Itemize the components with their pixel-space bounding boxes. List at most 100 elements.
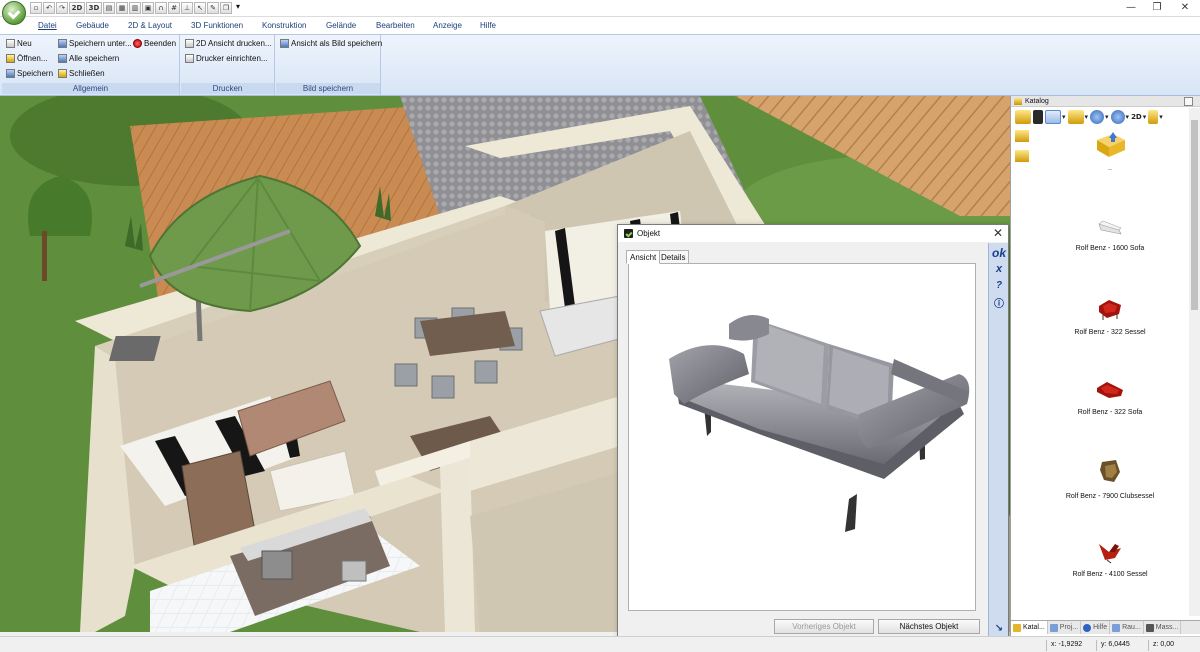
tab-katalog[interactable]: Katal...	[1011, 621, 1048, 634]
new-button[interactable]: Neu	[6, 39, 32, 48]
group-drucken: 2D Ansicht drucken... Drucker einrichten…	[181, 35, 275, 95]
title-bar: ▫ ↶ ↷ 2D 3D ▤ ▦ ▥ ▣ ∩ # ⊥ ↖ ✎ ❐ ▾ — ❐ ✕	[0, 0, 1200, 25]
save-icon	[6, 69, 15, 78]
catalog-side-icons	[1015, 130, 1031, 170]
catalog-check-icon[interactable]	[1015, 150, 1029, 162]
cancel-button[interactable]: x	[989, 263, 1009, 275]
new-icon[interactable]: ▫	[30, 2, 42, 14]
resize-icon[interactable]: ↘	[989, 623, 1009, 634]
group-allgemein: Neu Öffnen... Speichern Speichern unter.…	[2, 35, 180, 95]
catalog-toolbar: ▾ ▾ ▾ ▾ 2D ▾ ▾	[1011, 108, 1191, 126]
save-as-icon	[58, 39, 67, 48]
globe-button[interactable]: ▾	[1090, 110, 1109, 124]
tab-raeume[interactable]: Rau...	[1110, 621, 1144, 634]
ok-button[interactable]: ok	[989, 246, 1009, 260]
tab-2d-layout[interactable]: 2D & Layout	[128, 21, 172, 30]
minimize-button[interactable]: —	[1118, 1, 1144, 15]
save-button[interactable]: Speichern	[6, 69, 53, 78]
undo-icon[interactable]: ↶	[43, 2, 55, 14]
folder-open-icon	[1045, 110, 1061, 124]
filter-icon	[1148, 110, 1159, 124]
view-2d-catalog-button[interactable]: 2D ▾	[1131, 110, 1146, 124]
kitchen-hood	[261, 550, 293, 580]
tab-ansicht[interactable]: Ansicht	[626, 250, 661, 264]
catalog-item-322-sessel[interactable]: Rolf Benz - 322 Sessel	[1035, 296, 1185, 337]
catalog-tab-icon	[1013, 623, 1021, 632]
catalog-panel: Katalog ▾ ▾ ▾ ▾ 2D ▾ ▾ .. Rolf Benz - 16…	[1010, 96, 1200, 636]
catalog-list: .. Rolf Benz - 1600 Sofa Rolf Benz - 322…	[1035, 128, 1185, 618]
info-icon[interactable]: ⓘ	[989, 295, 1009, 310]
measure-tab-icon	[1145, 623, 1154, 632]
catalog-item-parent[interactable]: ..	[1035, 130, 1185, 173]
table-icon[interactable]: ▥	[129, 2, 141, 14]
restore-button[interactable]: ❐	[1144, 1, 1170, 15]
save-as-image-button[interactable]: Ansicht als Bild speichern	[280, 39, 382, 48]
rooms-tab-icon	[1112, 623, 1121, 632]
qat-overflow-button[interactable]: ▾	[236, 2, 240, 14]
catalog-item-1600-sofa[interactable]: Rolf Benz - 1600 Sofa	[1035, 218, 1185, 253]
folder-button[interactable]	[1015, 110, 1031, 124]
object-preview[interactable]	[628, 263, 976, 611]
quick-access-toolbar: ▫ ↶ ↷ 2D 3D ▤ ▦ ▥ ▣ ∩ # ⊥ ↖ ✎ ❐ ▾	[30, 2, 240, 14]
previous-object-button[interactable]: Vorheriges Objekt	[774, 619, 874, 634]
tab-bearbeiten[interactable]: Bearbeiten	[376, 21, 415, 30]
catalog-scrollbar[interactable]	[1189, 108, 1200, 616]
snap-icon[interactable]: ⊥	[181, 2, 193, 14]
catalog-item-7900-clubsessel[interactable]: Rolf Benz - 7900 Clubsessel	[1035, 458, 1185, 501]
scrollbar-thumb[interactable]	[1191, 120, 1198, 310]
object-icon	[1033, 110, 1043, 124]
save-all-button[interactable]: Alle speichern	[58, 54, 119, 63]
dialog-title: Objekt	[637, 229, 661, 238]
magnet-icon[interactable]: ∩	[155, 2, 167, 14]
tab-projekt[interactable]: Proj...	[1048, 621, 1082, 634]
object-button[interactable]	[1033, 110, 1043, 124]
tab-gelaende[interactable]: Gelände	[326, 21, 356, 30]
tab-masse[interactable]: Mass...	[1144, 621, 1182, 634]
tab-datei[interactable]: Datei	[38, 21, 57, 30]
filter-button[interactable]: ▾	[1148, 110, 1163, 124]
app-menu-button[interactable]	[2, 1, 26, 25]
tab-anzeige[interactable]: Anzeige	[433, 21, 462, 30]
view-2d-button[interactable]: 2D	[69, 2, 85, 14]
save-as-button[interactable]: Speichern unter...	[58, 39, 132, 48]
catalog-item-322-sofa[interactable]: Rolf Benz - 322 Sofa	[1035, 378, 1185, 417]
tab-hilfe[interactable]: Hilfe	[480, 21, 496, 30]
layer-button[interactable]: ▾	[1067, 110, 1088, 124]
plan-icon[interactable]: ▤	[103, 2, 115, 14]
parent-folder-icon	[1097, 132, 1125, 157]
redo-icon[interactable]: ↷	[56, 2, 68, 14]
paint-icon[interactable]: ✎	[207, 2, 219, 14]
catalog-item-4100-sessel[interactable]: Rolf Benz - 4100 Sessel	[1035, 540, 1185, 579]
help-button[interactable]: ?	[989, 280, 1009, 291]
tab-gebaeude[interactable]: Gebäude	[76, 21, 109, 30]
tab-konstruktion[interactable]: Konstruktion	[262, 21, 306, 30]
close-button[interactable]: ✕	[1172, 1, 1198, 15]
cursor-icon[interactable]: ↖	[194, 2, 206, 14]
tab-hilfe-panel[interactable]: Hilfe	[1081, 621, 1111, 634]
group-label-allgemein: Allgemein	[2, 83, 179, 94]
tab-details[interactable]: Details	[657, 250, 690, 264]
view-3d-button[interactable]: 3D	[86, 2, 102, 14]
red-lounge-chair-thumbnail	[1099, 544, 1121, 564]
folder-icon	[1015, 110, 1031, 124]
dialog-close-button[interactable]: ✕	[993, 226, 1003, 240]
grid-icon[interactable]: #	[168, 2, 180, 14]
globe2-button[interactable]: ▾	[1110, 110, 1129, 124]
selected-folder-button[interactable]: ▾	[1045, 110, 1066, 124]
object-dialog: Objekt ✕ Ansicht Details ok x ? ⓘ ↘ Vorh…	[617, 224, 1009, 641]
red-armchair-thumbnail	[1099, 300, 1121, 320]
print-view-button[interactable]: 2D Ansicht drucken...	[185, 39, 272, 48]
wall-icon[interactable]: ▦	[116, 2, 128, 14]
ribbon-tabs: Datei Gebäude 2D & Layout 3D Funktionen …	[0, 17, 1200, 34]
ribbon-panel: Neu Öffnen... Speichern Speichern unter.…	[0, 34, 1200, 96]
catalog-folder-icon[interactable]	[1015, 130, 1029, 142]
close-project-button[interactable]: Schließen	[58, 69, 105, 78]
next-object-button[interactable]: Nächstes Objekt	[878, 619, 980, 634]
printer-setup-button[interactable]: Drucker einrichten...	[185, 54, 268, 63]
tab-3d-funktionen[interactable]: 3D Funktionen	[191, 21, 243, 30]
pin-icon[interactable]	[1184, 97, 1193, 106]
window-icon[interactable]: ▣	[142, 2, 154, 14]
exit-button[interactable]: Beenden	[133, 39, 176, 48]
open-button[interactable]: Öffnen...	[6, 54, 48, 63]
copy-icon[interactable]: ❐	[220, 2, 232, 14]
